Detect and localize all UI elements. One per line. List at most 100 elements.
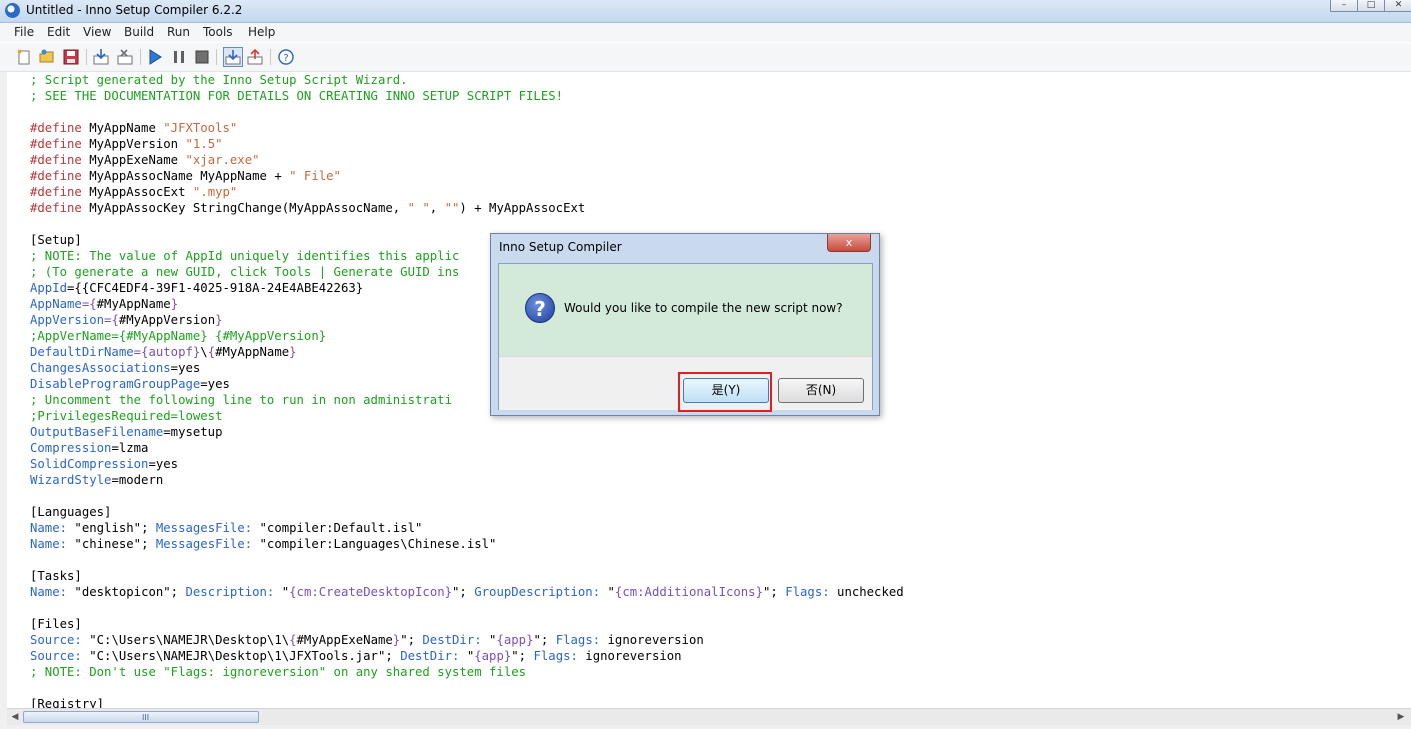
code-token: #MyAppExeName <box>296 633 393 647</box>
code-line: Name: "desktopicon"; Description: "{cm:C… <box>30 584 904 600</box>
code-token: MyAppAssocName MyAppName + <box>81 169 290 183</box>
horizontal-scrollbar[interactable]: ◀ III ▶ <box>7 708 1411 726</box>
compile-prompt-dialog: Inno Setup Compiler x ? Would you like t… <box>490 233 880 416</box>
code-token: MyAppVersion <box>81 137 186 151</box>
code-token: =yes <box>148 457 179 471</box>
code-token: ; Uncomment the following line to run in… <box>30 393 452 407</box>
code-token: Flags: <box>555 633 601 647</box>
menu-view[interactable]: View <box>83 25 111 39</box>
code-token: ) + MyAppAssocExt <box>459 201 586 215</box>
yes-button[interactable]: 是(Y) <box>683 378 769 403</box>
code-token: "; <box>511 649 534 663</box>
no-button[interactable]: 否(N) <box>778 378 864 403</box>
code-token: " <box>459 649 475 663</box>
menu-build[interactable]: Build <box>124 25 154 39</box>
menu-file[interactable]: File <box>14 25 34 39</box>
code-token: =lzma <box>111 441 149 455</box>
pause-icon[interactable] <box>170 48 188 66</box>
code-token: ; Script generated by the Inno Setup Scr… <box>30 73 408 87</box>
code-token: MyAppExeName <box>81 153 186 167</box>
code-token: ={ <box>104 313 119 327</box>
code-token: } <box>289 345 297 359</box>
stop-icon[interactable] <box>193 48 211 66</box>
code-token: , <box>429 201 445 215</box>
code-token: #define <box>30 121 82 135</box>
code-token: "compiler:Languages\Chinese.isl" <box>252 537 497 551</box>
code-line: #define MyAppAssocName MyAppName + " Fil… <box>30 168 904 184</box>
code-token: WizardStyle <box>30 473 112 487</box>
code-token: {app} <box>474 649 512 663</box>
code-token: { <box>289 633 297 647</box>
code-line: ; SEE THE DOCUMENTATION FOR DETAILS ON C… <box>30 88 904 104</box>
code-token: {app} <box>496 633 534 647</box>
dialog-message-area: ? Would you like to compile the new scri… <box>499 264 872 356</box>
menu-run[interactable]: Run <box>167 25 190 39</box>
code-token: "; <box>533 633 556 647</box>
svg-text:?: ? <box>283 53 288 64</box>
code-token: "desktopicon"; <box>67 585 186 599</box>
code-token: ={ <box>81 297 97 311</box>
code-token: OutputBaseFilename <box>30 425 164 439</box>
menu-tools[interactable]: Tools <box>203 25 233 39</box>
code-line: Name: "english"; MessagesFile: "compiler… <box>30 520 904 536</box>
code-token: "; <box>763 585 786 599</box>
dialog-close-button[interactable]: x <box>827 234 871 252</box>
code-token: AppVersion <box>30 313 105 327</box>
dialog-title: Inno Setup Compiler <box>499 240 622 254</box>
run-icon[interactable] <box>146 48 164 66</box>
code-line: #define MyAppAssocExt ".myp" <box>30 184 904 200</box>
menu-help[interactable]: Help <box>248 25 275 39</box>
code-line: #define MyAppAssocKey StringChange(MyApp… <box>30 200 904 216</box>
compile-icon[interactable] <box>92 48 110 66</box>
target-icon[interactable] <box>223 47 243 67</box>
code-line: Name: "chinese"; MessagesFile: "compiler… <box>30 536 904 552</box>
code-token: ; NOTE: Don't use "Flags: ignoreversion"… <box>30 665 527 679</box>
code-line: [Files] <box>30 616 904 632</box>
code-line: #define MyAppName "JFXTools" <box>30 120 904 136</box>
code-line: #define MyAppExeName "xjar.exe" <box>30 152 904 168</box>
scrollbar-thumb[interactable]: III <box>23 711 259 723</box>
code-line: [Registry] <box>30 696 904 708</box>
code-token: ".myp" <box>192 185 238 199</box>
stop-compile-icon[interactable] <box>116 48 134 66</box>
code-token: unchecked <box>829 585 904 599</box>
code-token: \ <box>200 345 208 359</box>
code-token: " <box>481 633 497 647</box>
code-token: Description: <box>185 585 275 599</box>
code-token: [Registry] <box>30 697 105 708</box>
upload-icon[interactable] <box>246 48 264 66</box>
scroll-left-arrow-icon[interactable]: ◀ <box>9 711 21 723</box>
close-window-button[interactable]: ✕ <box>1384 0 1411 12</box>
code-token: [Tasks] <box>30 569 82 583</box>
open-folder-icon[interactable] <box>38 48 56 66</box>
code-token: [Files] <box>30 617 82 631</box>
code-line: [Languages] <box>30 504 904 520</box>
code-token: MyAppName <box>81 121 164 135</box>
code-token: MyAppAssocExt <box>81 185 193 199</box>
code-token: #MyAppName <box>215 345 290 359</box>
save-icon[interactable] <box>62 48 80 66</box>
toolbar-separator <box>216 49 217 65</box>
minimize-button[interactable]: – <box>1330 0 1358 12</box>
inno-setup-app-icon <box>5 3 20 18</box>
code-token: MyAppAssocKey StringChange(MyAppAssocNam… <box>81 201 408 215</box>
code-token: Flags: <box>533 649 578 663</box>
code-token: " <box>600 585 615 599</box>
menu-edit[interactable]: Edit <box>47 25 70 39</box>
help-icon[interactable]: ? <box>277 48 295 66</box>
maximize-button[interactable]: □ <box>1357 0 1385 12</box>
toolbar: ? <box>0 43 1411 72</box>
code-token: GroupDescription: <box>474 585 601 599</box>
code-token: #define <box>30 153 82 167</box>
code-token: DefaultDirName <box>30 345 134 359</box>
code-line: SolidCompression=yes <box>30 456 904 472</box>
toolbar-separator <box>270 49 271 65</box>
scroll-right-arrow-icon[interactable]: ▶ <box>1395 711 1407 723</box>
code-token: Name: <box>30 585 68 599</box>
code-line: ; Script generated by the Inno Setup Scr… <box>30 72 904 88</box>
dialog-body: ? Would you like to compile the new scri… <box>498 263 873 412</box>
new-file-icon[interactable] <box>15 48 33 66</box>
